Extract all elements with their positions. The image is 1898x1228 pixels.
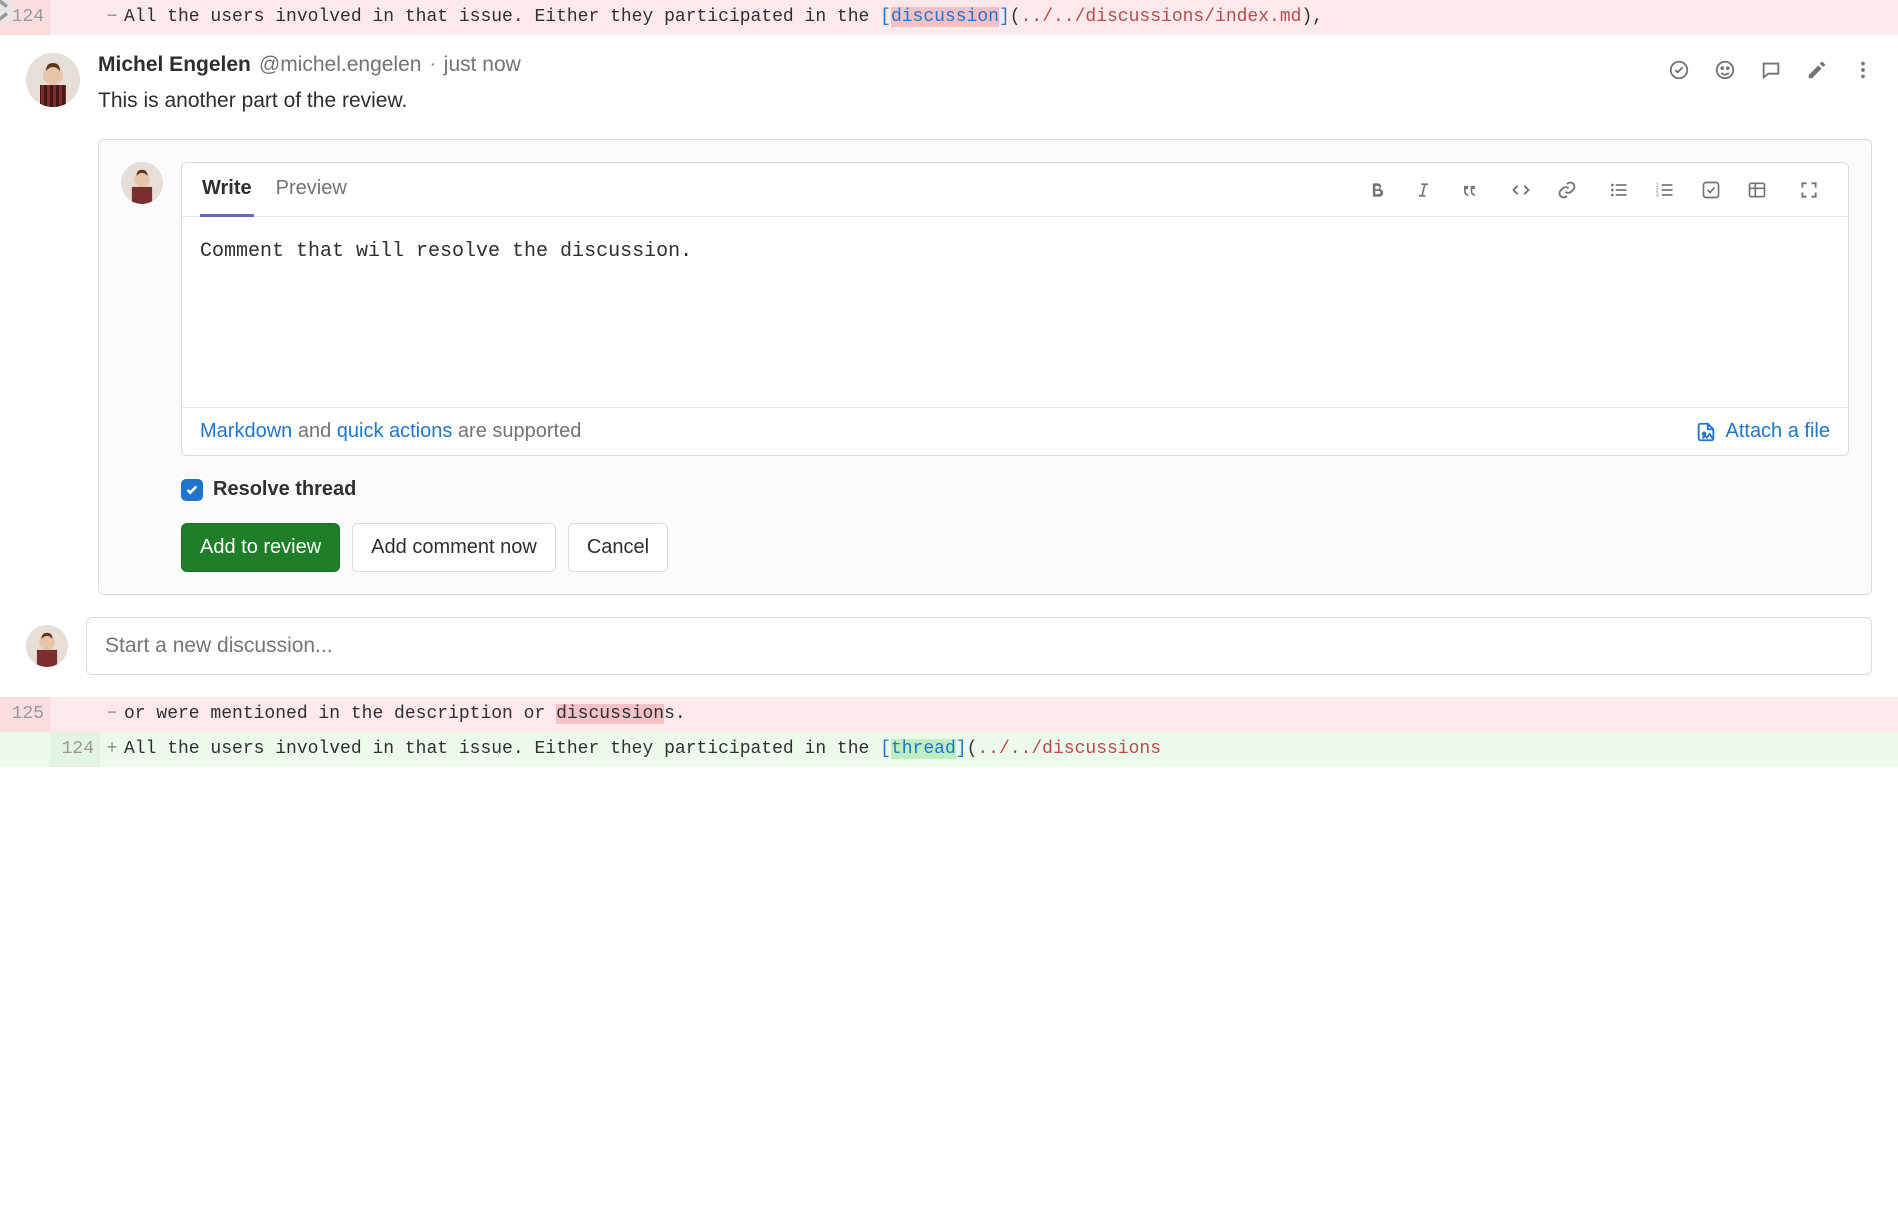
edit-icon[interactable]	[1804, 57, 1830, 83]
tab-preview[interactable]: Preview	[274, 163, 349, 217]
editor-help-text: Markdown and quick actions are supported	[200, 420, 581, 443]
code-icon[interactable]	[1508, 177, 1534, 203]
resolve-thread-checkbox[interactable]	[181, 479, 203, 501]
cancel-button[interactable]: Cancel	[568, 523, 668, 572]
author-handle[interactable]: @michel.engelen	[259, 53, 422, 77]
kebab-menu-icon[interactable]	[1850, 57, 1876, 83]
comment-time: just now	[444, 53, 521, 77]
avatar[interactable]	[121, 162, 163, 204]
diff-line[interactable]: 124+All the users involved in that issue…	[0, 732, 1898, 767]
old-line-number[interactable]: 125	[0, 697, 50, 732]
bold-icon[interactable]	[1364, 177, 1390, 203]
diff-code: All the users involved in that issue. Ei…	[124, 0, 1898, 35]
reply-panel: Write Preview	[98, 139, 1872, 595]
new-line-number[interactable]: 124	[50, 732, 100, 767]
resolve-thread-label: Resolve thread	[213, 478, 356, 501]
italic-icon[interactable]	[1410, 177, 1436, 203]
diff-sign: −	[100, 0, 124, 35]
new-discussion-input[interactable]	[86, 617, 1872, 675]
add-comment-now-button[interactable]: Add comment now	[352, 523, 556, 572]
comment-textarea[interactable]	[182, 217, 1848, 407]
markdown-link[interactable]: Markdown	[200, 420, 292, 442]
reply-icon[interactable]	[1758, 57, 1784, 83]
tasklist-icon[interactable]	[1698, 177, 1724, 203]
quick-actions-link[interactable]: quick actions	[337, 420, 453, 442]
diff-line[interactable]: 124−All the users involved in that issue…	[0, 0, 1898, 35]
diff-line[interactable]: 125 −or were mentioned in the description…	[0, 697, 1898, 732]
new-line-number[interactable]	[50, 697, 100, 732]
comment-body-text: This is another part of the review.	[98, 89, 1872, 113]
new-line-number[interactable]	[50, 0, 100, 35]
svg-text:3: 3	[1656, 192, 1659, 198]
link-icon[interactable]	[1554, 177, 1580, 203]
numbered-list-icon[interactable]: 123	[1652, 177, 1678, 203]
emoji-icon[interactable]	[1712, 57, 1738, 83]
fullscreen-icon[interactable]	[1796, 177, 1822, 203]
avatar[interactable]	[26, 625, 68, 667]
comment-editor: Write Preview	[181, 162, 1849, 456]
bullet-list-icon[interactable]	[1606, 177, 1632, 203]
add-to-review-button[interactable]: Add to review	[181, 523, 340, 572]
resolve-check-icon[interactable]	[1666, 57, 1692, 83]
editor-toolbar: 123	[1356, 177, 1830, 203]
comment-thread: Michel Engelen @michel.engelen · just no…	[0, 35, 1898, 697]
attach-file-button[interactable]: Attach a file	[1695, 420, 1830, 443]
author-name[interactable]: Michel Engelen	[98, 53, 251, 77]
tab-write[interactable]: Write	[200, 163, 254, 217]
diff-sign: −	[100, 697, 124, 732]
comment-header: Michel Engelen @michel.engelen · just no…	[98, 53, 1872, 77]
collapse-thread-handle[interactable]	[0, 0, 14, 24]
diff-code: All the users involved in that issue. Ei…	[124, 732, 1898, 767]
diff-sign: +	[100, 732, 124, 767]
table-icon[interactable]	[1744, 177, 1770, 203]
quote-icon[interactable]	[1456, 177, 1482, 203]
avatar[interactable]	[26, 53, 80, 107]
old-line-number[interactable]	[0, 732, 50, 767]
diff-code: or were mentioned in the description or …	[124, 697, 1898, 732]
